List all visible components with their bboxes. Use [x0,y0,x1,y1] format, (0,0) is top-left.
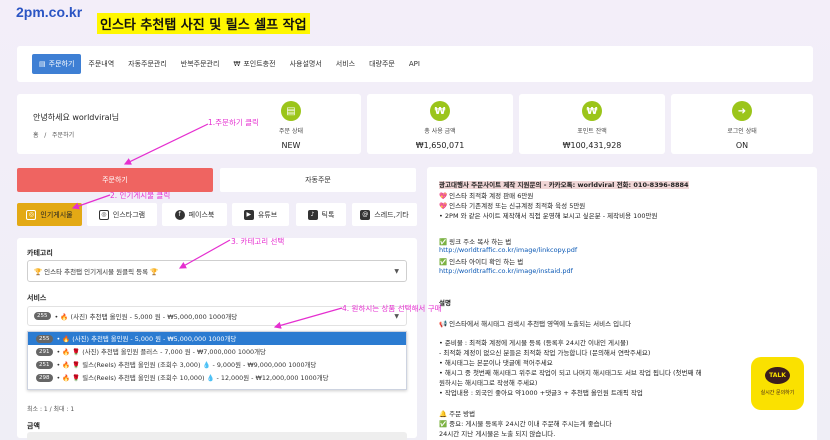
annotation-arrow-1 [123,123,209,165]
annotation-arrow-4 [273,307,343,329]
annotation-arrows [71,123,343,329]
annotation-arrow-2 [71,194,111,210]
annotation-arrow-3 [178,239,231,269]
